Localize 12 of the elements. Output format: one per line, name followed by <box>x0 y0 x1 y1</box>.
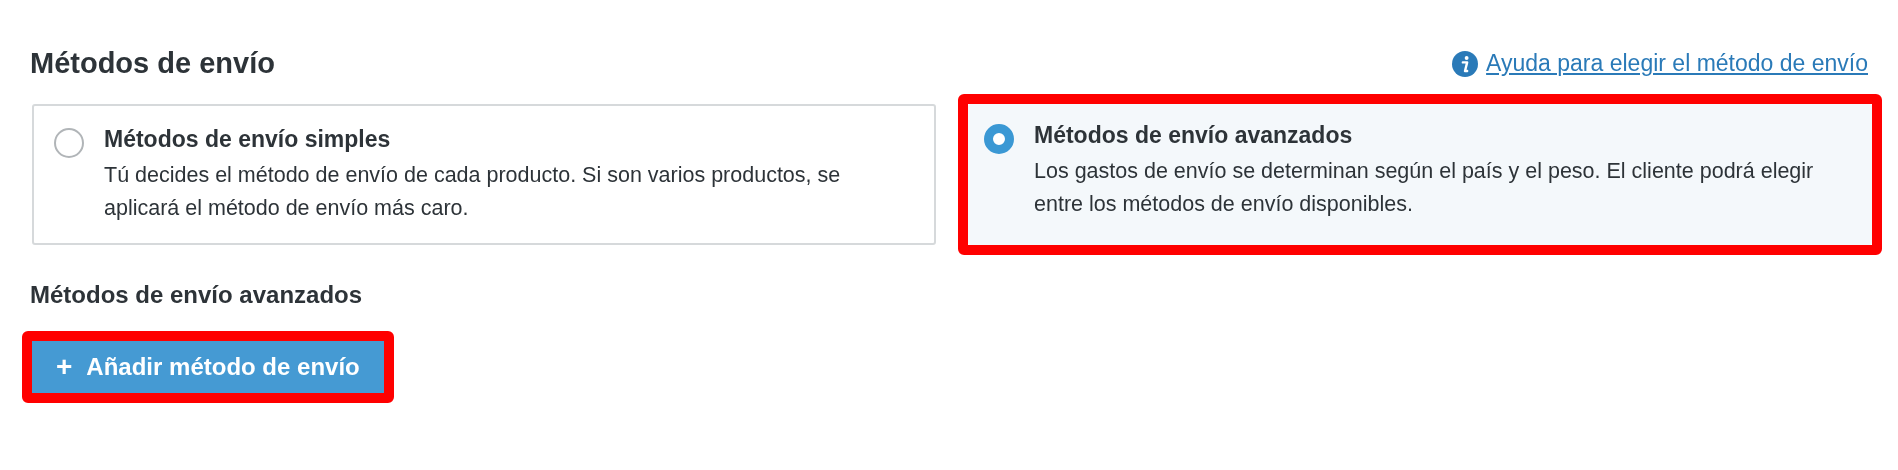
option-description: Tú decides el método de envío de cada producto. Si son varios productos, se aplicará el método de envío más caro. <box>104 162 842 222</box>
radio-button[interactable] <box>54 128 84 158</box>
option-description: Los gastos de envío se determinan según el país y el peso. El cliente podrá elegir entre los métodos de envío disponibles. <box>1034 158 1815 218</box>
option-title: Métodos de envío avanzados <box>1034 122 1354 149</box>
shipping-option[interactable]: Métodos de envío avanzados Los gastos de envío se determinan según el país y el peso. El cliente podrá elegir entre los métodos de envío disponibles. <box>968 104 1872 245</box>
section-title: Métodos de envío <box>30 47 275 80</box>
radio-button[interactable] <box>984 124 1014 154</box>
help-link[interactable]: Ayuda para elegir el método de envío <box>1452 50 1868 77</box>
subsection-title: Métodos de envío avanzados <box>30 281 364 309</box>
info-icon <box>1452 50 1479 77</box>
option-title: Métodos de envío simples <box>104 126 392 153</box>
shipping-option[interactable]: Métodos de envío simples Tú decides el método de envío de cada producto. Si son varios productos, se aplicará el método de envío más caro. <box>32 104 936 245</box>
